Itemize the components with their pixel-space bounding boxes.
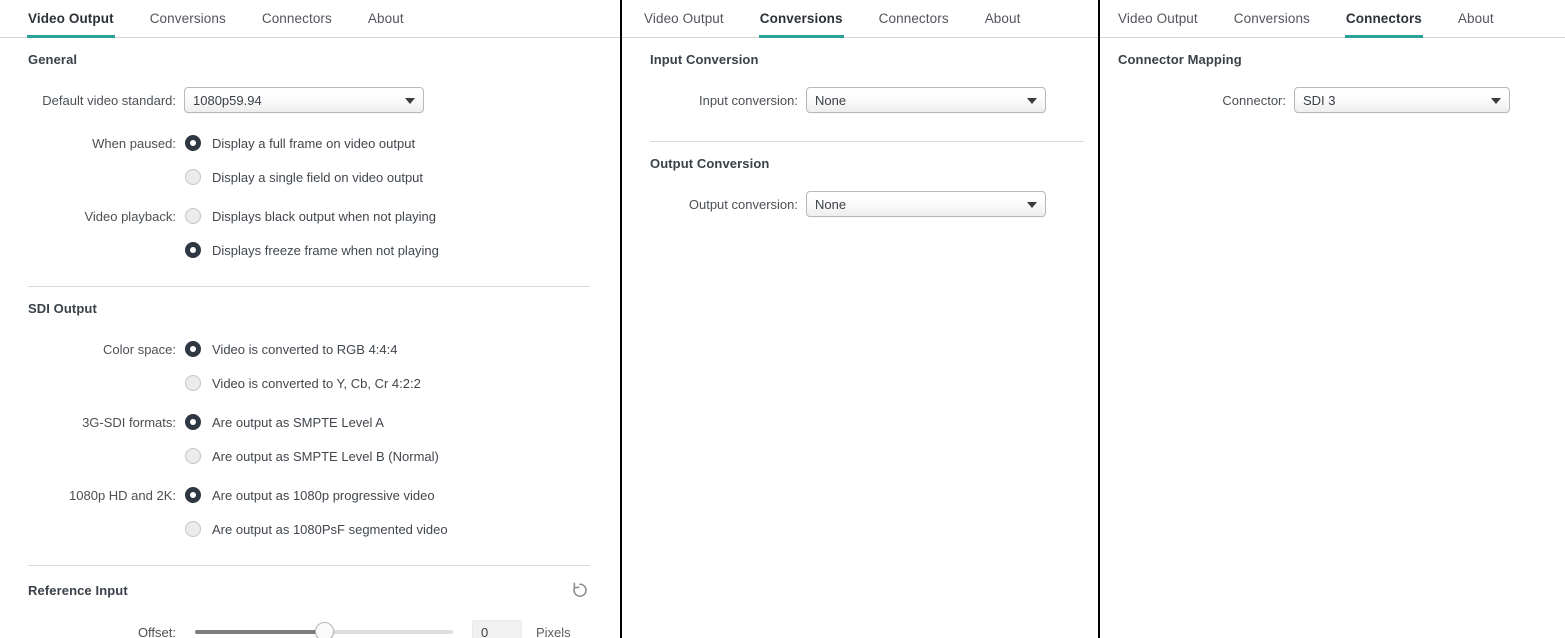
- section-title-general: General: [28, 52, 78, 67]
- tab-conversions[interactable]: Conversions: [758, 11, 844, 38]
- conversions-content: Input Conversion Input conversion: None …: [622, 52, 1098, 219]
- offset-unit-label: Pixels: [536, 624, 571, 638]
- label-input-conversion: Input conversion:: [698, 92, 798, 108]
- tab-about[interactable]: About: [985, 11, 1021, 37]
- tab-video-output[interactable]: Video Output: [644, 11, 724, 37]
- radio-label[interactable]: Video is converted to RGB 4:4:4: [212, 342, 397, 357]
- tab-conversions[interactable]: Conversions: [1234, 11, 1310, 37]
- dropdown-input-conversion-value: None: [815, 92, 847, 108]
- radio-label[interactable]: Display a single field on video output: [212, 170, 423, 185]
- radio-indicator-unselected[interactable]: [185, 375, 201, 391]
- tab-bar-panel1: Video Output Conversions Connectors Abou…: [0, 0, 620, 38]
- radio-3g-sdi-level-a[interactable]: Are output as SMPTE Level A: [185, 414, 384, 430]
- radio-indicator-selected[interactable]: [185, 414, 201, 430]
- label-connector: Connector:: [1222, 92, 1286, 108]
- tab-conversions[interactable]: Conversions: [150, 11, 226, 37]
- tab-connectors[interactable]: Connectors: [1344, 11, 1423, 38]
- section-title-connector-mapping: Connector Mapping: [1118, 52, 1242, 67]
- dropdown-connector-value: SDI 3: [1303, 92, 1336, 108]
- tab-connectors[interactable]: Connectors: [262, 11, 332, 37]
- tab-about[interactable]: About: [368, 11, 404, 37]
- video-output-panel: Video Output Conversions Connectors Abou…: [0, 0, 620, 638]
- tab-connectors[interactable]: Connectors: [879, 11, 949, 37]
- radio-label[interactable]: Video is converted to Y, Cb, Cr 4:2:2: [212, 376, 421, 391]
- section-title-reference-input: Reference Input: [28, 582, 128, 598]
- chevron-down-icon: [1027, 202, 1037, 208]
- radio-video-playback-freeze-frame[interactable]: Displays freeze frame when not playing: [185, 242, 439, 258]
- settings-screenshot: Video Output Conversions Connectors Abou…: [0, 0, 1565, 638]
- radio-indicator-selected[interactable]: [185, 341, 201, 357]
- section-title-output-conversion: Output Conversion: [650, 156, 770, 171]
- tab-bar-panel3: Video Output Conversions Connectors Abou…: [1100, 0, 1565, 38]
- radio-1080psf-segmented[interactable]: Are output as 1080PsF segmented video: [185, 521, 448, 537]
- dropdown-default-video-standard-value: 1080p59.94: [193, 92, 262, 108]
- connectors-content: Connector Mapping Connector: SDI 3: [1100, 52, 1565, 115]
- radio-video-playback-black-output[interactable]: Displays black output when not playing: [185, 208, 436, 224]
- dropdown-output-conversion-value: None: [815, 196, 847, 212]
- divider-input-output-conversion: [650, 141, 1084, 142]
- radio-label[interactable]: Are output as 1080PsF segmented video: [212, 522, 448, 537]
- label-color-space: Color space:: [103, 341, 176, 357]
- radio-indicator-unselected[interactable]: [185, 169, 201, 185]
- label-3g-sdi-formats: 3G-SDI formats:: [82, 414, 176, 430]
- offset-slider[interactable]: [195, 622, 453, 638]
- tab-video-output[interactable]: Video Output: [27, 11, 115, 38]
- video-output-content: General Default video standard: 1080p59.…: [0, 52, 620, 638]
- radio-color-space-ycbcr[interactable]: Video is converted to Y, Cb, Cr 4:2:2: [185, 375, 421, 391]
- label-default-video-standard: Default video standard:: [42, 92, 176, 108]
- label-offset: Offset:: [137, 624, 176, 638]
- radio-label[interactable]: Display a full frame on video output: [212, 136, 415, 151]
- tab-bar-panel2: Video Output Conversions Connectors Abou…: [622, 0, 1098, 38]
- label-video-playback: Video playback:: [84, 208, 176, 224]
- radio-label[interactable]: Are output as 1080p progressive video: [212, 488, 435, 503]
- radio-when-paused-single-field[interactable]: Display a single field on video output: [185, 169, 423, 185]
- chevron-down-icon: [1491, 98, 1501, 104]
- radio-indicator-selected[interactable]: [185, 487, 201, 503]
- dropdown-connector[interactable]: SDI 3: [1294, 87, 1510, 113]
- radio-label[interactable]: Displays black output when not playing: [212, 209, 436, 224]
- offset-value-input[interactable]: 0: [472, 620, 522, 638]
- connectors-panel: Video Output Conversions Connectors Abou…: [1098, 0, 1565, 638]
- slider-handle[interactable]: [315, 622, 334, 638]
- radio-indicator-unselected[interactable]: [185, 521, 201, 537]
- dropdown-input-conversion[interactable]: None: [806, 87, 1046, 113]
- chevron-down-icon: [405, 98, 415, 104]
- radio-when-paused-full-frame[interactable]: Display a full frame on video output: [185, 135, 415, 151]
- dropdown-output-conversion[interactable]: None: [806, 191, 1046, 217]
- chevron-down-icon: [1027, 98, 1037, 104]
- reset-icon[interactable]: [570, 580, 590, 600]
- radio-3g-sdi-level-b[interactable]: Are output as SMPTE Level B (Normal): [185, 448, 439, 464]
- radio-indicator-unselected[interactable]: [185, 208, 201, 224]
- tab-about[interactable]: About: [1458, 11, 1494, 37]
- section-title-input-conversion: Input Conversion: [650, 52, 759, 67]
- radio-indicator-selected[interactable]: [185, 135, 201, 151]
- label-1080p-hd-and-2k: 1080p HD and 2K:: [69, 487, 176, 503]
- radio-indicator-unselected[interactable]: [185, 448, 201, 464]
- divider-general-sdi: [28, 286, 590, 287]
- radio-label[interactable]: Displays freeze frame when not playing: [212, 243, 439, 258]
- label-when-paused: When paused:: [92, 135, 176, 151]
- label-output-conversion: Output conversion:: [688, 196, 798, 212]
- conversions-panel: Video Output Conversions Connectors Abou…: [620, 0, 1098, 638]
- divider-sdi-reference: [28, 565, 590, 566]
- slider-fill: [195, 630, 324, 634]
- radio-label[interactable]: Are output as SMPTE Level A: [212, 415, 384, 430]
- dropdown-default-video-standard[interactable]: 1080p59.94: [184, 87, 424, 113]
- tab-video-output[interactable]: Video Output: [1118, 11, 1198, 37]
- radio-color-space-rgb[interactable]: Video is converted to RGB 4:4:4: [185, 341, 397, 357]
- section-title-sdi-output: SDI Output: [28, 301, 97, 316]
- radio-indicator-selected[interactable]: [185, 242, 201, 258]
- radio-1080p-progressive[interactable]: Are output as 1080p progressive video: [185, 487, 435, 503]
- radio-label[interactable]: Are output as SMPTE Level B (Normal): [212, 449, 439, 464]
